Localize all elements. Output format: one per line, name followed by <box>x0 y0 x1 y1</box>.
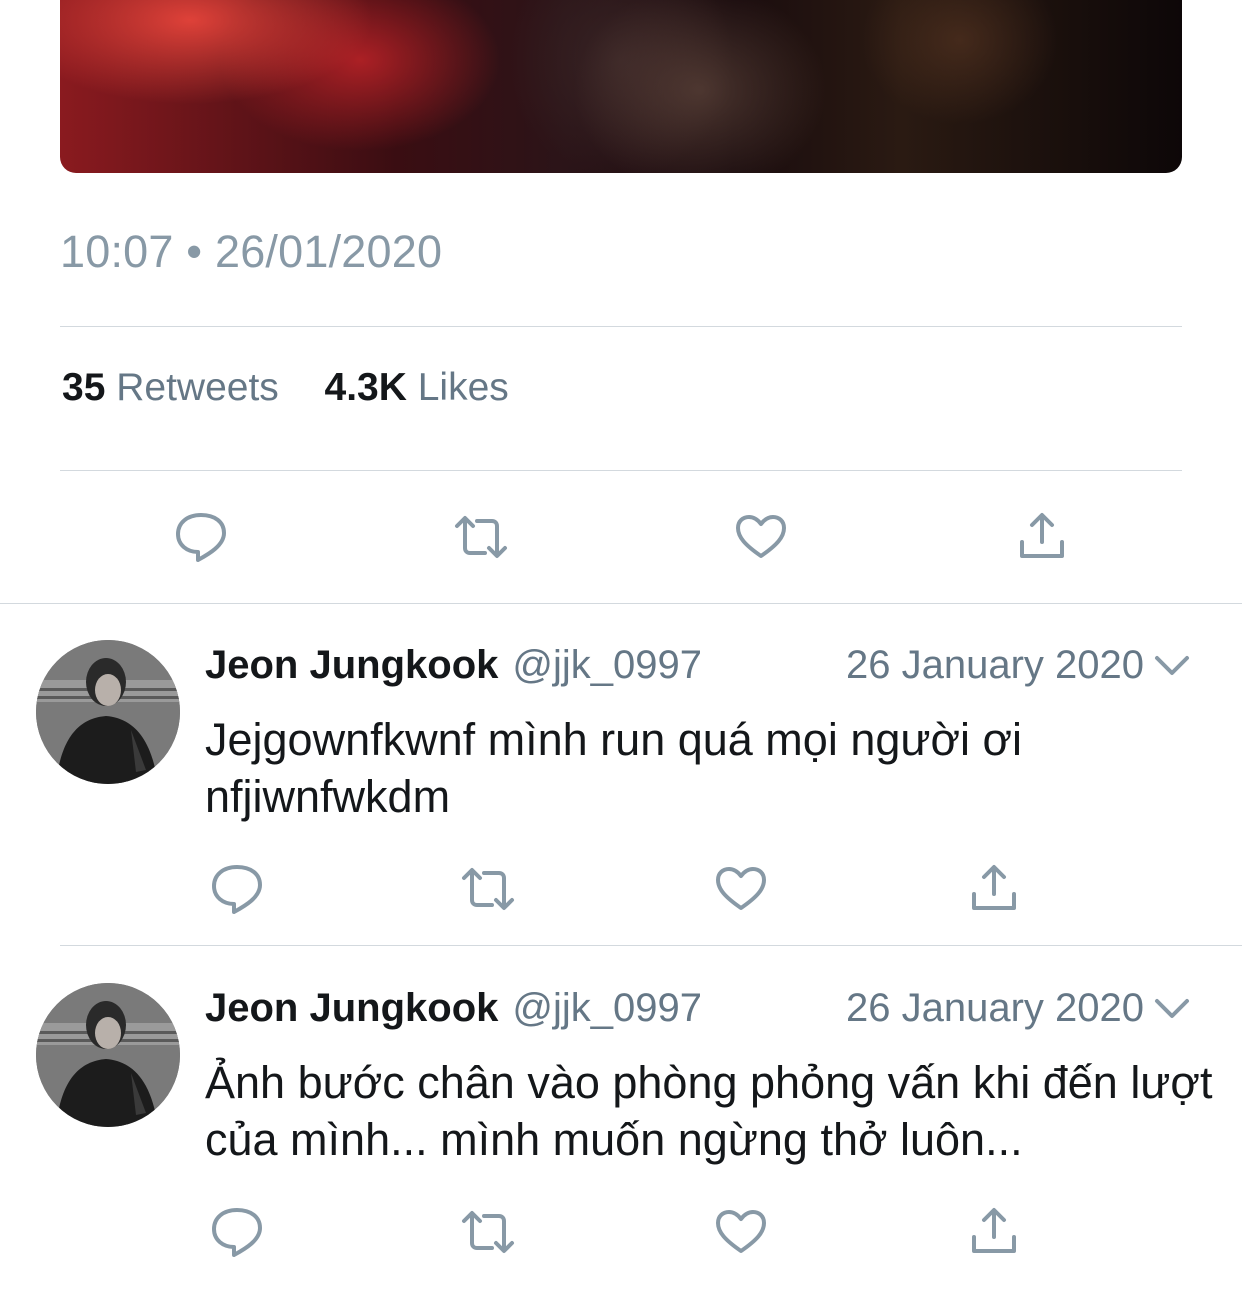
retweets-count: 35 <box>62 366 106 409</box>
retweets-stat[interactable]: 35 Retweets <box>62 366 290 409</box>
reply-author-name[interactable]: Jeon Jungkook <box>205 643 498 687</box>
chevron-down-icon[interactable] <box>1154 655 1190 682</box>
tweet-timestamp[interactable]: 10:07 • 26/01/2020 <box>60 226 442 278</box>
divider <box>60 470 1182 471</box>
reply-date[interactable]: 26 January 2020 <box>846 986 1144 1031</box>
avatar[interactable] <box>36 640 180 784</box>
chevron-down-icon[interactable] <box>1154 998 1190 1025</box>
retweets-label: Retweets <box>116 366 279 409</box>
share-icon[interactable] <box>971 1207 1017 1255</box>
likes-label: Likes <box>417 366 509 409</box>
reply-author-handle[interactable]: @jjk_0997 <box>512 986 702 1030</box>
reply-header: Jeon Jungkook @jjk_0997 <box>205 643 702 688</box>
reply-author-name[interactable]: Jeon Jungkook <box>205 986 498 1030</box>
share-icon[interactable] <box>971 864 1017 912</box>
divider <box>60 326 1182 327</box>
like-icon[interactable] <box>735 514 787 560</box>
share-icon[interactable] <box>1019 512 1065 560</box>
retweet-icon[interactable] <box>460 1209 516 1255</box>
tweet-media-image[interactable] <box>60 0 1182 173</box>
like-icon[interactable] <box>715 866 767 912</box>
like-icon[interactable] <box>715 1209 767 1255</box>
retweet-icon[interactable] <box>460 866 516 912</box>
retweet-icon[interactable] <box>453 514 509 560</box>
reply-author-handle[interactable]: @jjk_0997 <box>512 643 702 687</box>
reply-header: Jeon Jungkook @jjk_0997 <box>205 986 702 1031</box>
tweet-stats: 35 Retweets 4.3K Likes <box>62 366 509 410</box>
reply-icon[interactable] <box>174 512 228 564</box>
reply-icon[interactable] <box>210 864 264 916</box>
reply-text: Ảnh bước chân vào phòng phỏng vấn khi đế… <box>205 1057 1213 1165</box>
likes-count: 4.3K <box>324 366 407 409</box>
reply-date[interactable]: 26 January 2020 <box>846 643 1144 688</box>
reply-icon[interactable] <box>210 1207 264 1259</box>
likes-stat[interactable]: 4.3K Likes <box>325 366 509 409</box>
reply-text: Jejgownfkwnf mình run quá mọi người ơi n… <box>205 714 1023 822</box>
avatar[interactable] <box>36 983 180 1127</box>
divider <box>60 945 1242 946</box>
divider <box>0 603 1242 604</box>
